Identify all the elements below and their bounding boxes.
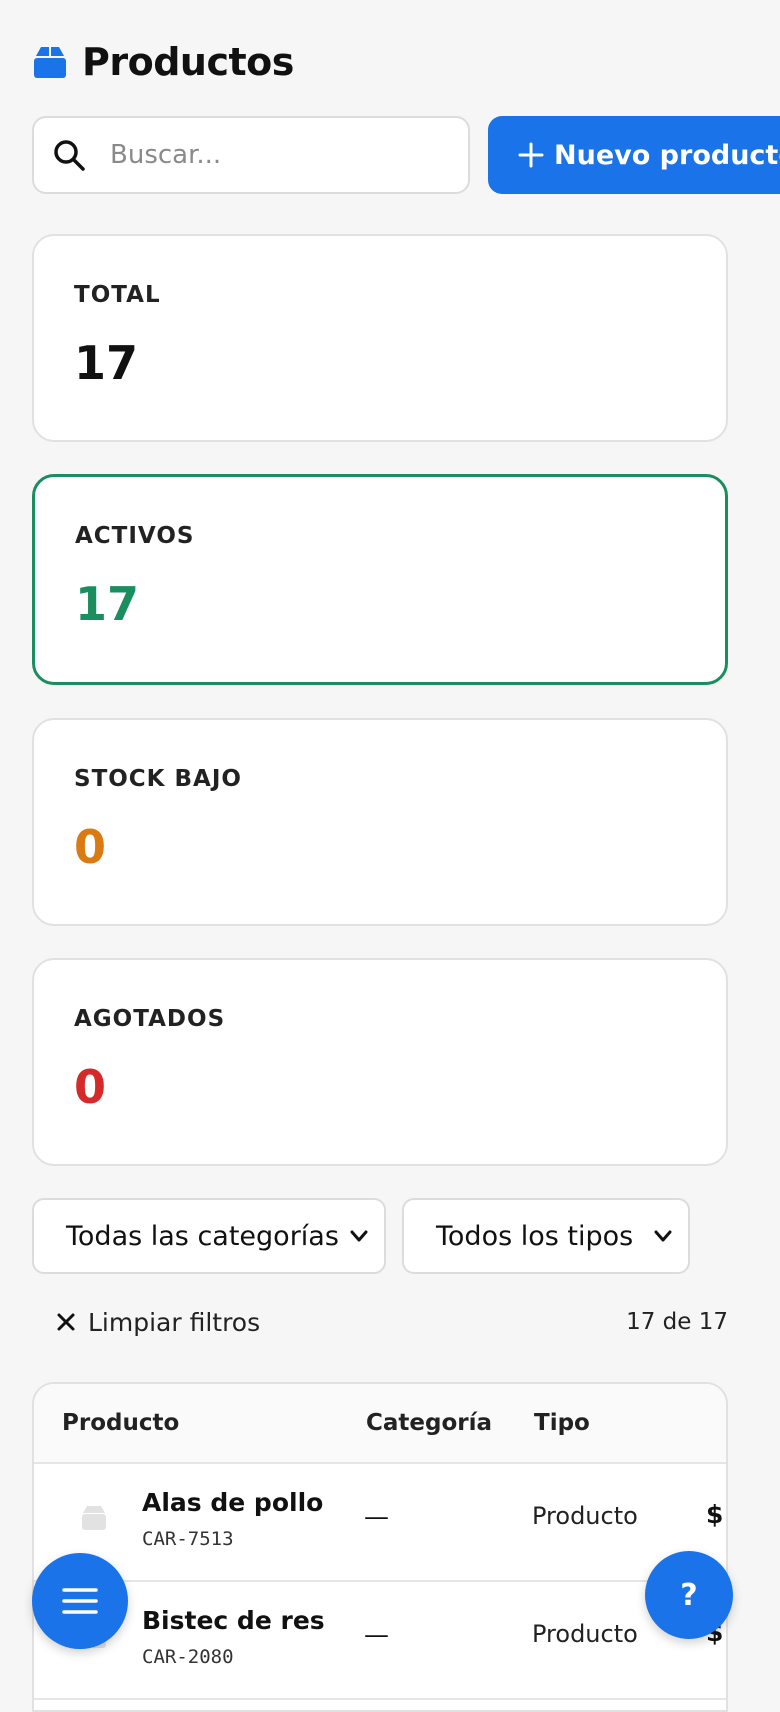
type-select[interactable]: Todos los tipos — [402, 1198, 690, 1274]
product-placeholder-icon — [82, 1506, 106, 1530]
stat-label: STOCK BAJO — [74, 766, 242, 792]
product-sku: CAR-2080 — [142, 1646, 234, 1668]
box-icon — [34, 47, 66, 78]
product-category: — — [364, 1502, 389, 1531]
stat-card-active: ACTIVOS 17 — [32, 474, 728, 685]
search-icon — [54, 140, 85, 171]
products-table: Producto Categoría Tipo Alas de pollo CA… — [32, 1382, 728, 1712]
hamburger-menu-icon — [62, 1588, 98, 1614]
table-row[interactable]: Bistec de res CAR-2080 — Producto $ 2 — [34, 1582, 726, 1700]
stat-card-out-of-stock: AGOTADOS 0 — [32, 958, 728, 1166]
plus-icon — [518, 142, 544, 168]
clear-filters-label: Limpiar filtros — [88, 1307, 261, 1337]
product-price: $ — [706, 1500, 724, 1529]
category-select[interactable]: Todas las categorías — [32, 1198, 386, 1274]
stat-value: 17 — [75, 577, 140, 631]
column-header-category[interactable]: Categoría — [366, 1384, 492, 1462]
product-category: — — [364, 1620, 389, 1649]
product-name[interactable]: Bistec de res — [142, 1606, 325, 1635]
help-button[interactable]: ? — [645, 1551, 733, 1639]
product-sku: CAR-7513 — [142, 1528, 234, 1550]
chevron-down-icon — [350, 1230, 368, 1242]
table-row[interactable]: Alas de pollo CAR-7513 — Producto $ — [34, 1464, 726, 1582]
new-product-label: Nuevo producto — [554, 139, 780, 171]
stat-label: ACTIVOS — [75, 523, 195, 549]
stat-value: 17 — [74, 336, 139, 390]
stat-label: AGOTADOS — [74, 1006, 226, 1032]
search-box[interactable] — [32, 116, 470, 194]
stat-value: 0 — [74, 1060, 107, 1114]
results-count: 17 de 17 — [626, 1309, 728, 1335]
search-input[interactable] — [108, 139, 432, 171]
category-select-value: Todas las categorías — [66, 1220, 339, 1252]
table-header: Producto Categoría Tipo — [34, 1384, 726, 1464]
type-select-value: Todos los tipos — [436, 1220, 634, 1252]
stat-card-low-stock: STOCK BAJO 0 — [32, 718, 728, 926]
stat-value: 0 — [74, 820, 107, 874]
stat-label: TOTAL — [74, 282, 161, 308]
product-type: Producto — [532, 1502, 638, 1530]
new-product-button[interactable]: Nuevo producto — [488, 116, 780, 194]
menu-button[interactable] — [32, 1553, 128, 1649]
column-header-type[interactable]: Tipo — [534, 1384, 590, 1462]
help-icon: ? — [680, 1577, 698, 1613]
page-header: Productos — [32, 40, 294, 84]
close-icon — [57, 1313, 75, 1331]
stat-card-total: TOTAL 17 — [32, 234, 728, 442]
page-title: Productos — [82, 40, 294, 84]
column-header-product[interactable]: Producto — [62, 1384, 179, 1462]
chevron-down-icon — [654, 1230, 672, 1242]
product-name[interactable]: Alas de pollo — [142, 1488, 323, 1517]
product-type: Producto — [532, 1620, 638, 1648]
clear-filters-button[interactable]: Limpiar filtros — [56, 1302, 260, 1342]
